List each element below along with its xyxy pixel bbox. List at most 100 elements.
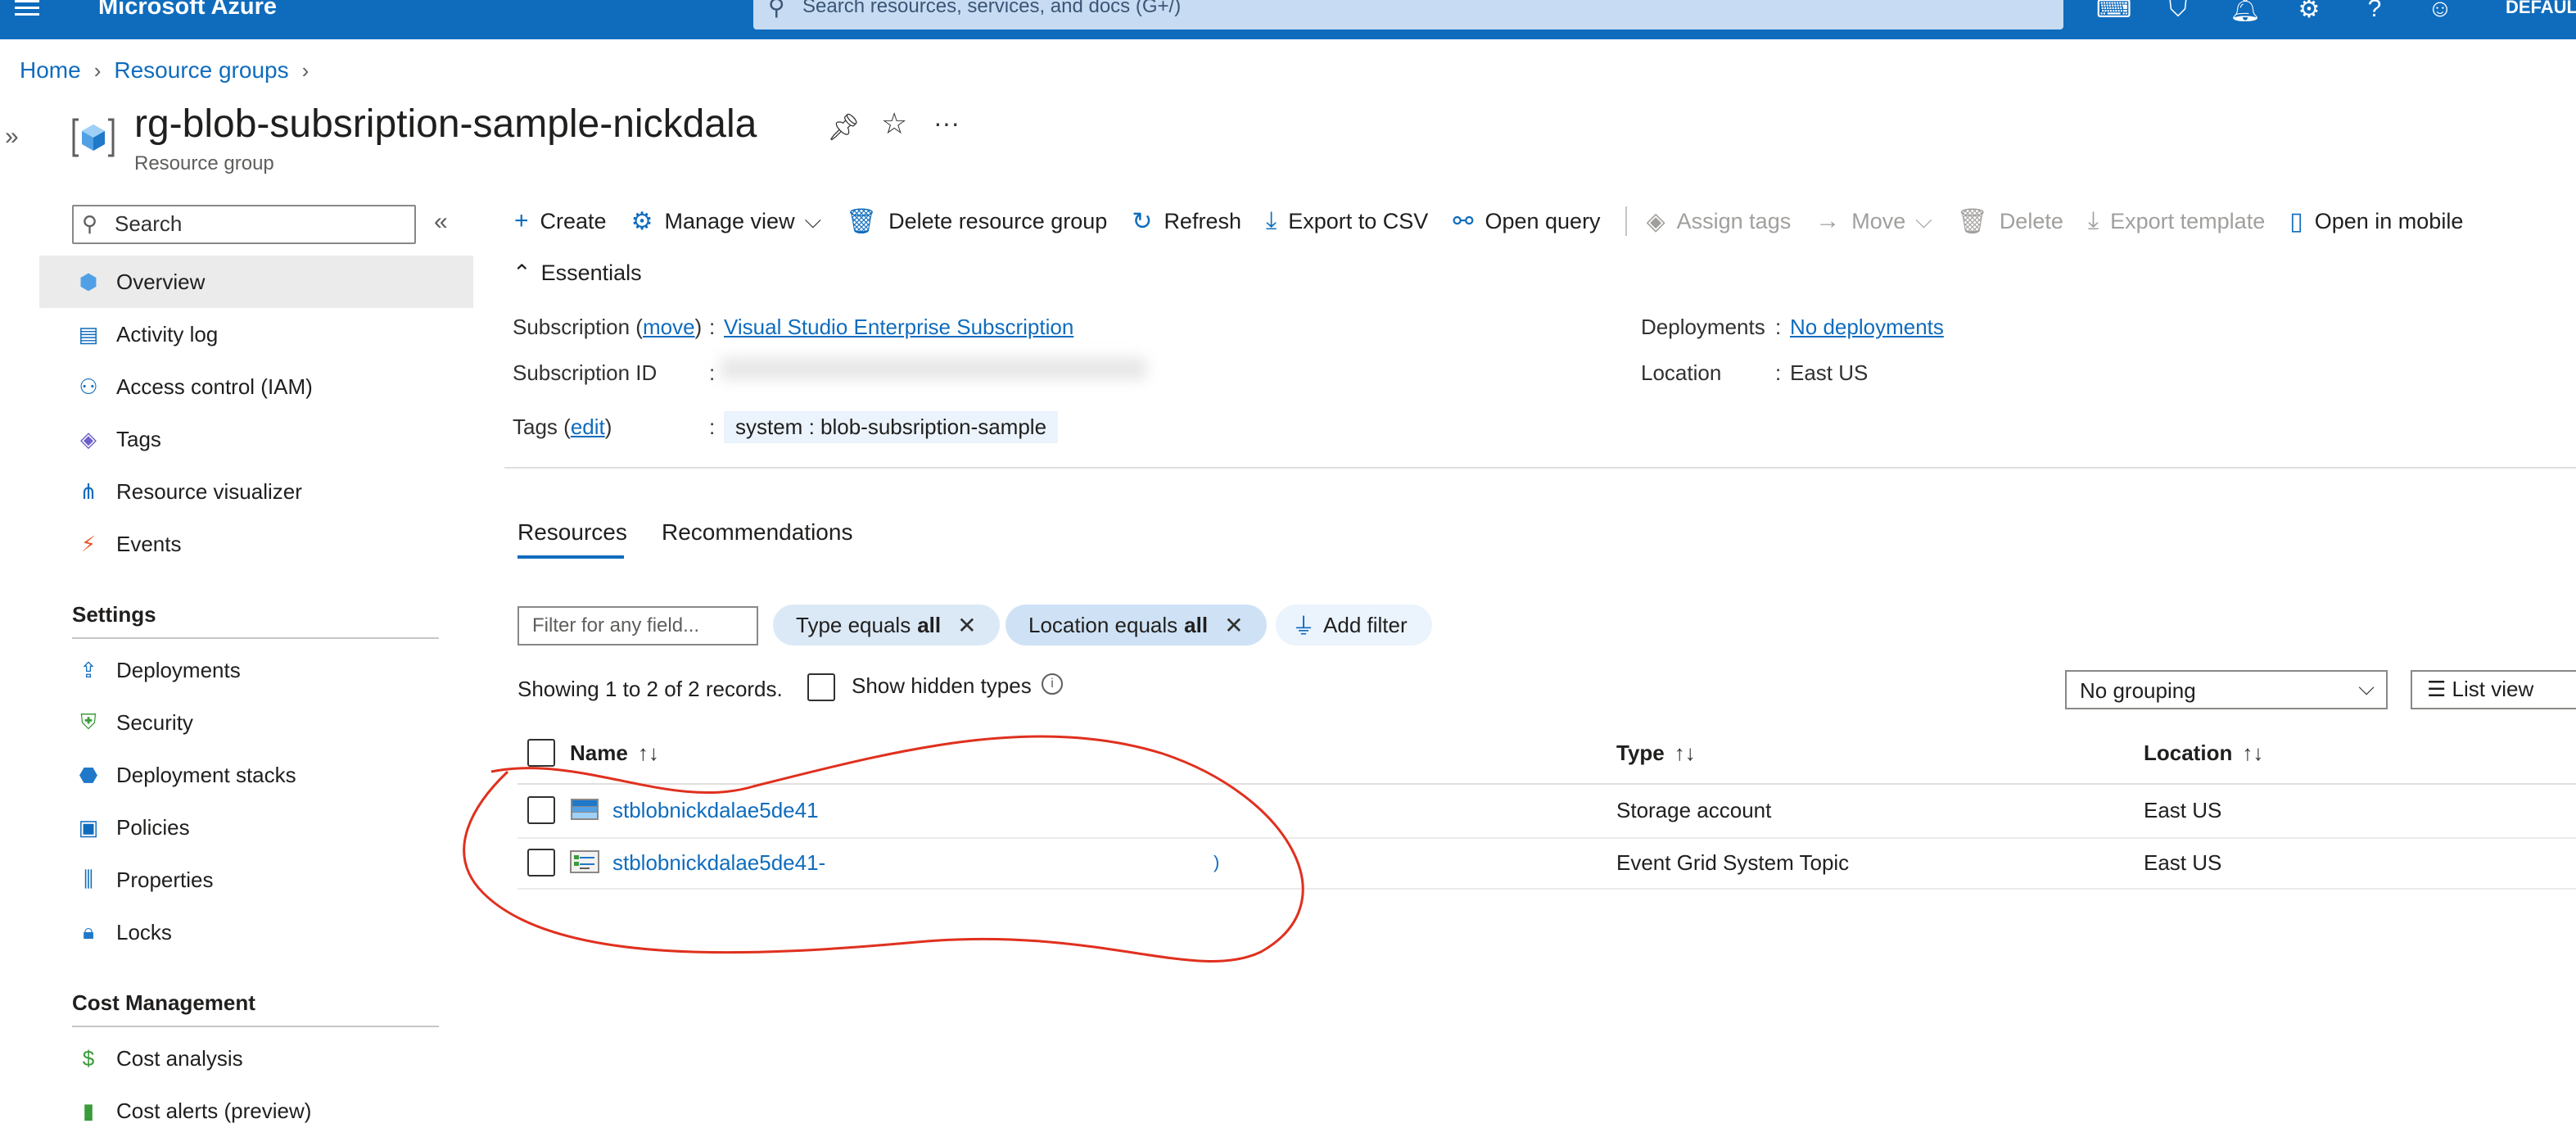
subscription-separator: : (709, 315, 716, 339)
add-filter-button[interactable]: ⏚ Add filter (1276, 605, 1432, 646)
subscription-move-link[interactable]: move (643, 315, 695, 339)
nav-item-label: Resource visualizer (116, 478, 302, 504)
nav-item-label: Access control (IAM) (116, 374, 313, 399)
nav-item-events[interactable]: ⚡︎ Events (39, 518, 473, 570)
tab-resources[interactable]: Resources (517, 519, 627, 546)
location-filter-label: Location equals (1028, 612, 1178, 637)
add-filter-icon: ⏚ (1292, 614, 1316, 639)
open-query-button[interactable]: ⚯ Open query (1453, 207, 1600, 236)
grouping-dropdown[interactable]: No grouping ⌵ (2065, 670, 2388, 709)
nav-item-cost-analysis[interactable]: $ Cost analysis (39, 1032, 473, 1085)
settings-gear-icon[interactable]: ⚙ (2293, 0, 2325, 28)
collapse-nav-icon[interactable]: « (434, 208, 448, 236)
resource-location: East US (2144, 798, 2222, 822)
nav-item-policies[interactable]: ▣ Policies (39, 801, 473, 854)
nav-item-label: Deployment stacks (116, 762, 296, 787)
nav-item-activity-log[interactable]: ▤ Activity log (39, 308, 473, 360)
chevron-down-icon: ⌵ (804, 208, 822, 233)
location-filter-pill[interactable]: Location equals all ✕ (1006, 605, 1267, 646)
delete-resource-group-button[interactable]: 🗑︎ Delete resource group (846, 207, 1107, 236)
move-label: Move (1851, 208, 1906, 233)
nav-item-overview[interactable]: ⬢ Overview (39, 256, 473, 308)
column-header-location[interactable]: Location ↑↓ (2144, 741, 2263, 766)
nav-item-cost-alerts[interactable]: ▮ Cost alerts (preview) (39, 1085, 473, 1137)
close-icon[interactable]: ✕ (1224, 612, 1243, 639)
tab-recommendations[interactable]: Recommendations (662, 519, 852, 546)
deployments-link[interactable]: No deployments (1790, 315, 1944, 340)
global-search-input[interactable]: ⚲ Search resources, services, and docs (… (753, 0, 2063, 29)
export-template-button[interactable]: ⤓ Export template (2088, 207, 2265, 235)
export-csv-label: Export to CSV (1288, 208, 1429, 233)
search-placeholder: Search resources, services, and docs (G+… (802, 0, 1182, 17)
type-filter-label: Type equals (796, 612, 911, 637)
add-filter-label: Add filter (1323, 612, 1408, 637)
chevron-down-icon: ⌵ (1915, 208, 1932, 233)
breadcrumb-home[interactable]: Home (20, 57, 81, 83)
column-header-type[interactable]: Type ↑↓ (1616, 741, 1696, 766)
mobile-icon: ▯ (2289, 207, 2303, 235)
create-button[interactable]: + Create (514, 207, 607, 235)
lock-icon: 🔒︎ (83, 919, 94, 944)
nav-item-deployment-stacks[interactable]: ⬣ Deployment stacks (39, 749, 473, 801)
tag-icon: ◈ (1646, 207, 1665, 235)
shield-icon: ⛨ (80, 709, 97, 734)
refresh-button[interactable]: ↻ Refresh (1132, 207, 1241, 236)
pin-icon[interactable]: 📌︎ (827, 111, 861, 143)
chevron-right-icon: › (301, 58, 310, 83)
breadcrumb-resource-groups[interactable]: Resource groups (114, 57, 288, 83)
export-csv-button[interactable]: ⤓ Export to CSV (1266, 207, 1428, 235)
assign-tags-button[interactable]: ◈ Assign tags (1647, 207, 1792, 236)
feedback-icon[interactable]: ☺ (2424, 0, 2456, 28)
download-icon: ⤓ (2087, 207, 2099, 234)
cost-alert-icon: ▮ (82, 1098, 95, 1123)
refresh-icon: ↻ (1132, 207, 1153, 235)
notifications-icon[interactable]: 🔔︎ (2229, 0, 2262, 28)
hierarchy-icon: ⋔ (79, 478, 97, 504)
page-subtitle: Resource group (134, 152, 274, 174)
type-filter-pill[interactable]: Type equals all ✕ (773, 605, 1000, 646)
expand-menu-icon[interactable]: » (5, 123, 19, 151)
delete-button[interactable]: 🗑︎ Delete (1957, 207, 2063, 236)
resource-group-icon (72, 118, 115, 157)
info-icon[interactable]: i (1042, 673, 1063, 695)
favorite-star-icon[interactable]: ☆ (881, 106, 907, 141)
help-icon[interactable]: ? (2358, 0, 2391, 28)
list-icon: ☰ (2427, 677, 2452, 701)
directory-filter-icon[interactable]: ⛉ (2162, 0, 2194, 28)
directory-label[interactable]: DEFAULT (2506, 0, 2576, 18)
manage-view-button[interactable]: ⚙ Manage view ⌵ (631, 207, 821, 236)
nav-item-tags[interactable]: ◈ Tags (39, 413, 473, 465)
show-hidden-label: Show hidden types (852, 673, 1032, 698)
subscription-link[interactable]: Visual Studio Enterprise Subscription (724, 315, 1073, 340)
nav-item-properties[interactable]: ⫼ Properties (39, 854, 473, 906)
close-icon[interactable]: ✕ (957, 612, 976, 639)
subscription-label: Subscription (move) (513, 315, 703, 339)
nav-item-access-control[interactable]: ⚇ Access control (IAM) (39, 360, 473, 413)
nav-item-resource-visualizer[interactable]: ⋔ Resource visualizer (39, 465, 473, 518)
location-separator: : (1775, 360, 1782, 385)
cloud-shell-icon[interactable]: ⌨ (2096, 0, 2131, 28)
essentials-toggle[interactable]: ⌃ Essentials (513, 260, 642, 286)
list-view-dropdown[interactable]: ☰ List view (2411, 670, 2576, 709)
sort-icon[interactable]: ↑↓ (2242, 741, 2263, 765)
tags-edit-link[interactable]: edit (571, 414, 605, 439)
export-template-label: Export template (2110, 208, 2266, 233)
filter-input[interactable]: Filter for any field... (517, 606, 758, 646)
nav-search-input[interactable]: ⚲ Search (72, 205, 416, 244)
nav-item-locks[interactable]: 🔒︎ Locks (39, 906, 473, 958)
sort-icon[interactable]: ↑↓ (1674, 741, 1696, 765)
resource-type: Event Grid System Topic (1616, 850, 1850, 875)
hamburger-menu-icon[interactable] (10, 0, 43, 20)
tag-pill[interactable]: system : blob-subsription-sample (724, 411, 1059, 443)
open-in-mobile-button[interactable]: ▯ Open in mobile (2289, 207, 2463, 236)
move-button[interactable]: → Move ⌵ (1815, 207, 1932, 235)
nav-item-deployments[interactable]: ⇪ Deployments (39, 644, 473, 696)
nav-item-security[interactable]: ⛨ Security (39, 696, 473, 749)
nav-section-cost-management[interactable]: Cost Management (39, 970, 473, 1016)
nav-item-label: Policies (116, 814, 190, 840)
show-hidden-checkbox[interactable] (807, 673, 835, 701)
brand-title[interactable]: Microsoft Azure (98, 0, 277, 20)
trash-icon: 🗑︎ (846, 207, 878, 235)
more-options-icon[interactable]: ··· (933, 108, 960, 138)
nav-section-settings[interactable]: Settings (39, 582, 473, 627)
